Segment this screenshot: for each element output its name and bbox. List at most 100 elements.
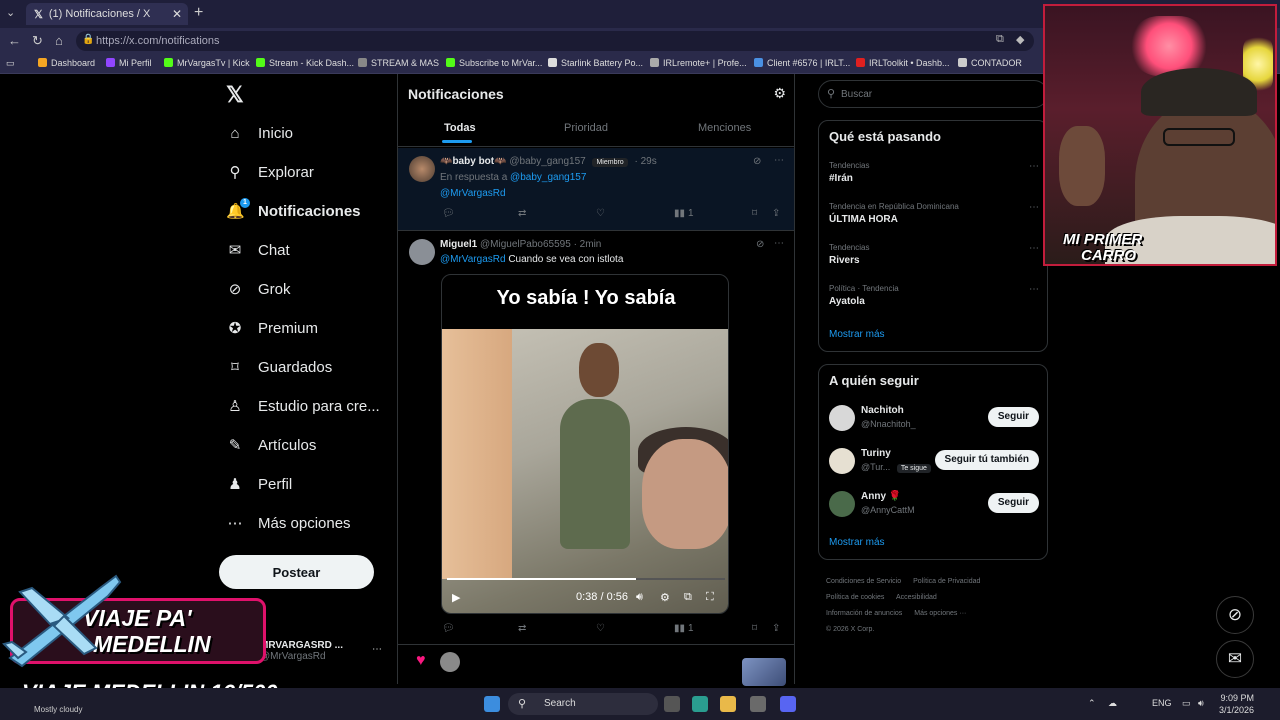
follow-suggestion[interactable]: Turiny @Tur... Te sigue Seguir tú tambié… <box>829 446 1039 474</box>
footer-link[interactable]: Información de anuncios <box>826 610 902 617</box>
back-arrow-icon[interactable]: ← <box>8 33 21 48</box>
bookmark-item[interactable]: IRLremote+ | Profe... <box>650 58 747 68</box>
bookmark-item[interactable]: Mi Perfil <box>106 58 152 68</box>
footer-link[interactable]: Más opciones ··· <box>914 610 966 617</box>
nav-item-bookmarks[interactable]: ⌑ Guardados <box>226 352 332 382</box>
bookmark-item[interactable]: Client #6576 | IRLT... <box>754 58 850 68</box>
author-handle[interactable]: @MiguelPabo65595 <box>480 239 571 250</box>
bookmark-item[interactable]: Stream - Kick Dash... <box>256 58 354 68</box>
browser-tab[interactable]: 𝕏 (1) Notificaciones / X ✕ <box>26 3 188 25</box>
messages-fab-button[interactable]: ✉ <box>1216 640 1254 678</box>
trend-more-icon[interactable]: ⋯ <box>1029 161 1039 172</box>
author-name[interactable]: Miguel1 <box>440 239 477 250</box>
nav-item-home[interactable]: ⌂ Inicio <box>226 118 293 148</box>
mention-link[interactable]: @MrVargasRd <box>440 188 506 199</box>
x-logo-icon[interactable]: 𝕏 <box>226 82 244 108</box>
home-page-icon[interactable]: ⌂ <box>55 33 63 48</box>
repost-icon[interactable]: ⇄ <box>518 208 526 219</box>
post-button[interactable]: Postear <box>219 555 374 589</box>
taskbar-search[interactable]: ⚲ Search <box>508 693 658 715</box>
language-indicator[interactable]: ENG <box>1152 698 1172 708</box>
trend-item[interactable]: Política · Tendencia Ayatola ⋯ <box>829 284 1039 307</box>
nav-item-articles[interactable]: ✎ Artículos <box>226 430 317 460</box>
trend-item[interactable]: Tendencias Rivers ⋯ <box>829 243 1039 266</box>
repost-icon[interactable]: ⇄ <box>518 623 526 634</box>
new-tab-button[interactable]: + <box>194 4 203 22</box>
play-icon[interactable]: ▶ <box>452 591 460 604</box>
follow-button[interactable]: Seguir <box>987 493 1039 513</box>
gear-icon[interactable]: ⚙ <box>773 85 786 102</box>
bookmark-item[interactable]: IRLToolkit • Dashb... <box>856 58 950 68</box>
task-view-icon[interactable] <box>664 696 680 712</box>
avatar[interactable] <box>829 448 855 474</box>
like-icon[interactable]: ♡ <box>596 208 605 219</box>
footer-link[interactable]: Política de Privacidad <box>913 578 980 585</box>
bookmark-item[interactable]: CONTADOR <box>958 58 1022 68</box>
trend-more-icon[interactable]: ⋯ <box>1029 202 1039 213</box>
follow-show-more[interactable]: Mostrar más <box>829 537 885 548</box>
weather-text[interactable]: Mostly cloudy <box>34 705 82 714</box>
video-player[interactable]: Yo sabía ! Yo sabía ▶ 0:38 / 0:56 🔊︎ ⚙ ⧉… <box>441 274 729 614</box>
author-handle[interactable]: @baby_gang157 <box>509 156 585 167</box>
extensions-icon[interactable]: ⧉ <box>996 33 1004 46</box>
author-name[interactable]: 🦇baby bot🦇 <box>440 156 507 167</box>
post-more-icon[interactable]: ⋯ <box>774 155 784 166</box>
grok-fab-button[interactable]: ⊘ <box>1216 596 1254 634</box>
network-icon[interactable]: ▭ <box>1182 698 1191 709</box>
reload-icon[interactable]: ↻ <box>32 33 43 49</box>
nav-item-chat[interactable]: ✉ Chat <box>226 235 290 265</box>
pip-icon[interactable]: ⧉ <box>684 591 692 604</box>
tab-list-chevron-icon[interactable]: ⌄ <box>6 6 15 19</box>
bookmark-item[interactable]: MrVargasTv | Kick <box>164 58 250 68</box>
trend-more-icon[interactable]: ⋯ <box>1029 284 1039 295</box>
tab-priority[interactable]: Prioridad <box>564 122 608 134</box>
bookmark-item[interactable]: STREAM & MAS <box>358 58 439 68</box>
windows-start-icon[interactable] <box>484 696 500 712</box>
url-field[interactable]: 🔒 https://x.com/notifications <box>76 31 1034 51</box>
follow-button[interactable]: Seguir <box>987 407 1039 427</box>
avatar[interactable] <box>829 491 855 517</box>
avatar[interactable] <box>409 239 435 265</box>
nav-item-premium[interactable]: ✪ Premium <box>226 313 318 343</box>
edge-icon[interactable] <box>692 696 708 712</box>
tab-mentions[interactable]: Menciones <box>698 122 751 134</box>
clock[interactable]: 9:09 PM 3/1/2026 <box>1212 692 1254 716</box>
bookmark-item[interactable]: Starlink Battery Po... <box>548 58 643 68</box>
discord-icon[interactable] <box>780 696 796 712</box>
nav-item-grok[interactable]: ⊘ Grok <box>226 274 291 304</box>
follow-back-button[interactable]: Seguir tú también <box>934 450 1039 470</box>
reply-icon[interactable]: 💬︎ <box>442 623 455 634</box>
video-progress-bar[interactable] <box>447 578 725 580</box>
footer-link[interactable]: Condiciones de Servicio <box>826 578 901 585</box>
nav-item-notifications[interactable]: 🔔 1 Notificaciones <box>226 196 361 226</box>
account-more-icon[interactable]: ⋯ <box>372 644 382 655</box>
settings-icon[interactable]: ⚙ <box>660 591 670 604</box>
search-input[interactable]: ⚲ Buscar <box>818 80 1048 108</box>
tray-app-icon[interactable]: ☁ <box>1108 698 1117 709</box>
tab-close-button[interactable]: ✕ <box>172 7 182 21</box>
views-icon[interactable]: ▮▮ <box>674 208 685 219</box>
bookmark-icon[interactable]: ⌑ <box>752 208 757 219</box>
post-more-icon[interactable]: ⋯ <box>774 238 784 249</box>
nav-item-explore[interactable]: ⚲ Explorar <box>226 157 314 187</box>
footer-link[interactable]: Accesibilidad <box>896 594 937 601</box>
follow-suggestion[interactable]: Nachitoh @Nnachitoh_ Seguir <box>829 403 1039 431</box>
avatar[interactable] <box>409 156 435 182</box>
like-icon[interactable]: ♡ <box>596 623 605 634</box>
tab-all[interactable]: Todas <box>444 122 476 134</box>
trends-show-more[interactable]: Mostrar más <box>829 329 885 340</box>
trend-item[interactable]: Tendencia en República Dominicana ÚLTIMA … <box>829 202 1039 225</box>
grok-icon[interactable]: ⊘ <box>756 239 764 250</box>
avatar[interactable] <box>440 652 460 672</box>
grok-icon[interactable]: ⊘ <box>753 156 761 167</box>
reply-to-link[interactable]: @baby_gang157 <box>510 172 586 183</box>
bookmark-item[interactable]: Dashboard <box>38 58 95 68</box>
trend-more-icon[interactable]: ⋯ <box>1029 243 1039 254</box>
bookmarks-menu-icon[interactable]: ▭ <box>6 58 15 69</box>
message-thumbnail[interactable] <box>742 658 786 686</box>
app-icon[interactable] <box>750 696 766 712</box>
mention-link[interactable]: @MrVargasRd <box>440 254 506 265</box>
follow-suggestion[interactable]: Anny 🌹 @AnnyCattM Seguir <box>829 489 1039 517</box>
bookmark-item[interactable]: Subscribe to MrVar... <box>446 58 542 68</box>
nav-item-more[interactable]: ⋯ Más opciones <box>226 508 351 538</box>
